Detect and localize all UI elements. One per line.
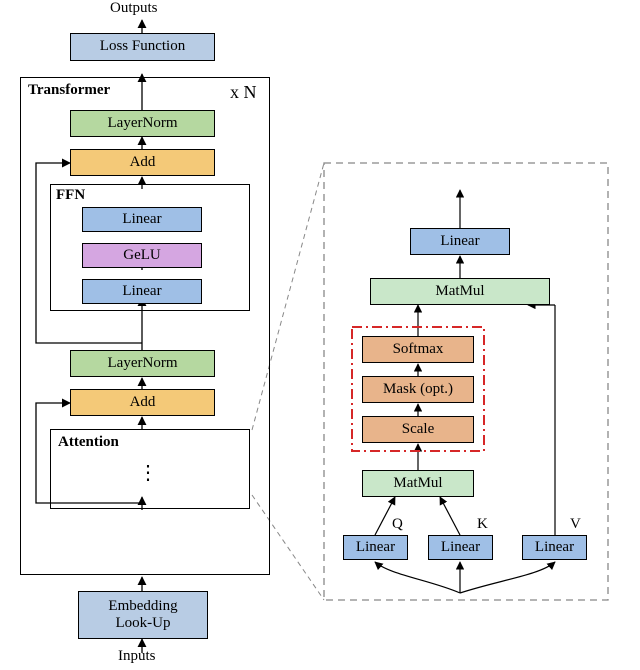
add-top: Add [70, 149, 215, 176]
attn-mask: Mask (opt.) [362, 376, 474, 403]
transformer-label: Transformer [28, 82, 110, 99]
outputs-label: Outputs [110, 0, 158, 17]
ffn-label: FFN [56, 187, 85, 204]
attention-dots: ⋮ [138, 460, 158, 485]
add-bottom: Add [70, 389, 215, 416]
attn-scale: Scale [362, 416, 474, 443]
attn-linear-q: Linear [343, 535, 408, 560]
ffn-gelu: GeLU [82, 243, 202, 268]
attn-matmul-top: MatMul [370, 278, 550, 305]
attn-softmax: Softmax [362, 336, 474, 363]
attn-out-linear: Linear [410, 228, 510, 255]
v-label: V [570, 516, 581, 533]
q-label: Q [392, 516, 403, 533]
inputs-label: Inputs [118, 648, 156, 665]
layernorm-bottom: LayerNorm [70, 350, 215, 377]
attn-linear-v: Linear [522, 535, 587, 560]
k-label: K [477, 516, 488, 533]
attn-matmul-bottom: MatMul [362, 470, 474, 497]
attention-label: Attention [58, 434, 119, 451]
attn-linear-k: Linear [428, 535, 493, 560]
layernorm-top: LayerNorm [70, 110, 215, 137]
loss-function-block: Loss Function [70, 33, 215, 61]
ffn-linear-bottom: Linear [82, 279, 202, 304]
ffn-linear-top: Linear [82, 207, 202, 232]
embedding-lookup: Embedding Look-Up [78, 591, 208, 639]
xn-label: x N [230, 82, 257, 103]
